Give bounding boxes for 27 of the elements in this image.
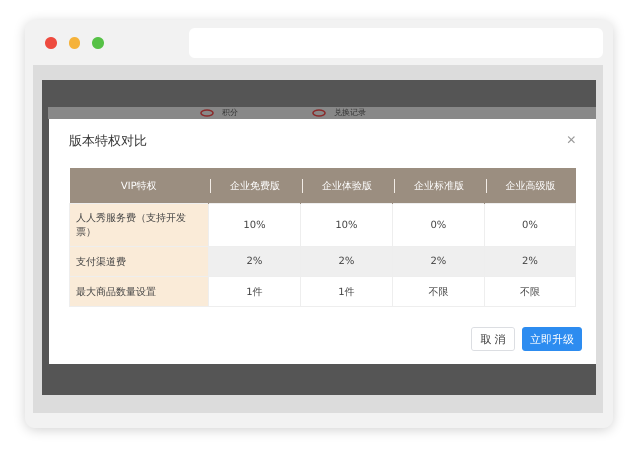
table-cell: 最大商品数量设置: [70, 276, 208, 306]
table-cell: 不限: [484, 276, 576, 306]
table-cell: 1件: [208, 276, 300, 306]
menu-item-icon: [200, 109, 214, 117]
close-button[interactable]: ×: [566, 132, 576, 150]
table-cell: 不限: [392, 276, 484, 306]
menu-item-icon: [312, 109, 326, 117]
table-cell: 支付渠道费: [70, 246, 208, 276]
table-cell: 2%: [484, 246, 576, 276]
column-header: 企业免费版: [208, 168, 300, 204]
table-cell: 2%: [392, 246, 484, 276]
table-cell: 2%: [300, 246, 392, 276]
column-header: 企业高级版: [484, 168, 576, 204]
minimize-dot-icon[interactable]: [68, 37, 80, 49]
maximize-dot-icon[interactable]: [92, 37, 104, 49]
table-cell: 1件: [300, 276, 392, 306]
table-cell: 2%: [208, 246, 300, 276]
cancel-button[interactable]: 取 消: [471, 327, 515, 351]
column-header: VIP特权: [70, 168, 208, 204]
upgrade-button[interactable]: 立即升级: [522, 327, 582, 351]
table-cell: 人人秀服务费（支持开发票）: [70, 204, 208, 246]
column-header: 企业标准版: [392, 168, 484, 204]
column-header: 企业体验版: [300, 168, 392, 204]
dialog-title: 版本特权对比: [69, 133, 147, 150]
menu-item-label: 兑换记录: [334, 107, 366, 118]
close-dot-icon[interactable]: [45, 37, 57, 49]
menu-item-label: 积分: [222, 107, 238, 118]
